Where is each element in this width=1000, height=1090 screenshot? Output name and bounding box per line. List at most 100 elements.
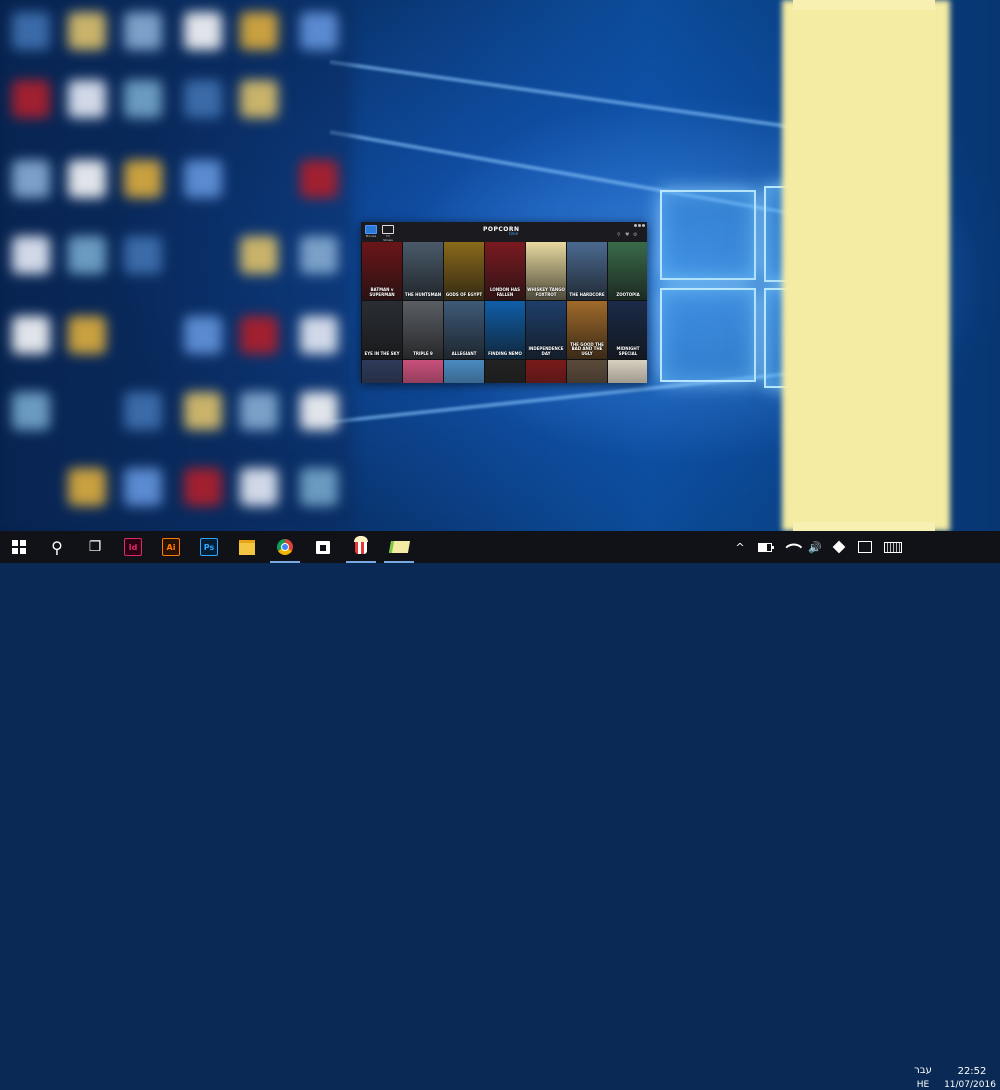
desktop-icon[interactable] [12,80,50,118]
desktop-icon[interactable] [300,468,338,506]
input-language[interactable]: עבר [912,1065,934,1076]
input-language-code[interactable]: HE [912,1080,934,1090]
desktop-icon[interactable] [124,392,162,430]
desktop-icon[interactable] [184,80,222,118]
movie-poster[interactable] [567,360,607,383]
desktop-icon[interactable] [240,392,278,430]
movie-poster[interactable]: WHISKEY TANGO FOXTROT [526,242,566,300]
popcorn-time-titlebar[interactable]: Movies TV Shows POPCORN time ⚲ ♥ ⚙ [361,222,647,242]
close-button[interactable] [642,224,645,227]
desktop-icon[interactable] [12,12,50,50]
desktop-icons-area [0,0,352,531]
desktop-icon[interactable] [184,468,222,506]
dropbox-icon[interactable] [830,531,848,563]
desktop-icon[interactable] [240,316,278,354]
movie-poster[interactable] [362,360,402,383]
movie-title: ZOOTOPIA [616,291,640,297]
desktop-icon[interactable] [300,316,338,354]
movie-poster[interactable]: ZOOTOPIA [608,242,647,300]
file-explorer-button[interactable] [228,531,266,563]
tab-movies[interactable]: Movies [364,225,378,238]
favorites-icon[interactable]: ♥ [625,232,629,238]
desktop-icon[interactable] [68,316,106,354]
popcorn-time-button[interactable] [342,531,380,563]
desktop-icon[interactable] [300,392,338,430]
desktop-icon[interactable] [68,236,106,274]
movie-poster[interactable] [444,360,484,383]
store-button[interactable] [304,531,342,563]
photoshop-button[interactable]: Ps [190,531,228,563]
task-view-icon: ❐ [88,539,102,555]
sticky-note[interactable] [782,0,950,531]
popcorn-time-window[interactable]: Movies TV Shows POPCORN time ⚲ ♥ ⚙ BATMA… [361,222,647,383]
indesign-button[interactable]: Id [114,531,152,563]
movie-poster[interactable]: THE HUNTSMAN [403,242,443,300]
desktop-icon[interactable] [12,316,50,354]
movie-title: BATMAN v SUPERMAN [369,287,395,297]
start-button[interactable] [0,531,38,563]
volume-icon[interactable]: 🔊 [806,531,824,563]
show-hidden-icons-button[interactable]: ^ [732,531,748,563]
movie-title: ALLEGIANT [451,350,477,356]
movie-poster[interactable] [485,360,525,383]
desktop-icon[interactable] [124,80,162,118]
touch-keyboard-icon[interactable] [882,531,904,563]
movie-poster[interactable]: FINDING NEMO [485,301,525,359]
desktop-icon[interactable] [184,160,222,198]
desktop-icon[interactable] [184,316,222,354]
desktop-icon[interactable] [68,160,106,198]
tv-icon [382,225,394,234]
desktop-icon[interactable] [240,80,278,118]
desktop-icon[interactable] [124,468,162,506]
sticky-notes-button[interactable] [380,531,418,563]
desktop-icon[interactable] [184,12,222,50]
desktop-icon[interactable] [124,160,162,198]
movie-poster[interactable]: BATMAN v SUPERMAN [362,242,402,300]
battery-icon[interactable] [756,531,774,563]
desktop-icon[interactable] [240,12,278,50]
maximize-button[interactable] [638,224,641,227]
movie-poster[interactable]: THE GOOD THE BAD AND THE UGLY [567,301,607,359]
desktop-icon[interactable] [300,160,338,198]
clock-time[interactable]: 22:52 [944,1066,1000,1077]
wifi-icon[interactable] [782,531,803,563]
desktop-icon[interactable] [300,236,338,274]
movie-poster[interactable] [608,360,647,383]
clock-date[interactable]: 11/07/2016 [940,1080,1000,1090]
desktop-icon[interactable] [240,468,278,506]
movie-poster[interactable]: HOW TO BE SINGLE [403,360,443,383]
search-icon[interactable]: ⚲ [617,232,621,238]
task-view-button[interactable]: ❐ [76,531,114,563]
movie-poster[interactable]: TRIPLE 9 [403,301,443,359]
windows-logo-pane [660,190,756,280]
desktop-icon[interactable] [12,160,50,198]
desktop-icon[interactable] [68,12,106,50]
desktop-icon[interactable] [68,468,106,506]
sticky-notes-icon [388,541,410,553]
movie-poster[interactable]: GODS OF EGYPT [444,242,484,300]
desktop-icon[interactable] [12,236,50,274]
movie-poster[interactable]: MIDNIGHT SPECIAL [608,301,647,359]
movie-grid: BATMAN v SUPERMAN THE HUNTSMAN GODS OF EGY… [361,242,647,383]
movie-poster[interactable]: EYE IN THE SKY [362,301,402,359]
desktop-icon[interactable] [124,236,162,274]
movie-poster[interactable] [526,360,566,383]
illustrator-button[interactable]: Ai [152,531,190,563]
search-button[interactable]: ⚲ [38,531,76,563]
sticky-note-header[interactable] [793,0,935,10]
desktop-icon[interactable] [300,12,338,50]
desktop-icon[interactable] [68,80,106,118]
minimize-button[interactable] [634,224,637,227]
movie-poster[interactable]: ALLEGIANT [444,301,484,359]
chrome-button[interactable] [266,531,304,563]
movie-poster[interactable]: THE HARDCORE [567,242,607,300]
desktop-icon[interactable] [240,236,278,274]
settings-icon[interactable]: ⚙ [633,232,637,238]
movie-poster[interactable]: INDEPENDENCE DAY [526,301,566,359]
desktop-icon[interactable] [184,392,222,430]
action-center-icon[interactable] [856,531,874,563]
tab-tv-shows[interactable]: TV Shows [381,225,395,242]
desktop-icon[interactable] [12,392,50,430]
movie-poster[interactable]: LONDON HAS FALLEN [485,242,525,300]
desktop-icon[interactable] [124,12,162,50]
